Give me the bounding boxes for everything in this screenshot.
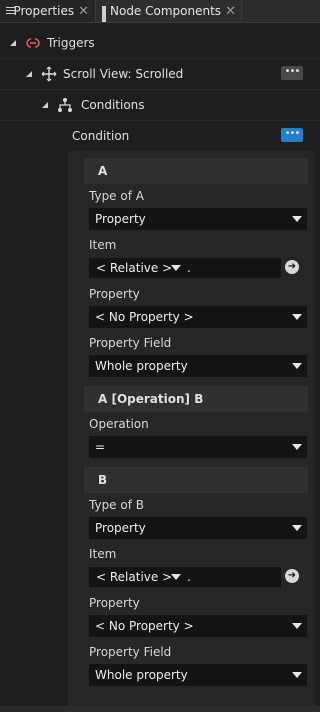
relative-dropdown[interactable]: < Relative > [89,567,185,587]
bottom-bar [0,706,320,712]
chevron-down-icon [292,672,302,678]
section-operation-header: A [Operation] B [84,386,308,412]
condition-label: Condition [72,129,130,143]
tree-item-condition[interactable]: Condition [0,121,320,151]
triggers-label: Triggers [47,36,95,50]
close-icon[interactable]: ✕ [225,4,236,19]
property-b-label: Property [89,596,140,610]
property-a-label: Property [89,287,140,301]
move-icon [41,66,57,82]
item-a-label: Item [89,238,117,252]
tree-item-scroll-view[interactable]: Scroll View: Scrolled [0,59,320,90]
item-path-input[interactable]: . [185,258,281,278]
type-of-b-dropdown[interactable]: Property [89,517,307,539]
type-of-b-value: Property [95,521,146,535]
chevron-down-icon [292,216,302,222]
item-path-input[interactable]: . [185,567,281,587]
tree-item-conditions[interactable]: Conditions [0,90,320,121]
expand-arrow-icon[interactable] [42,102,48,108]
hierarchy-icon [58,98,72,112]
tab-node-components[interactable]: Node Components ✕ [96,0,242,22]
tab-bar: Properties ✕ Node Components ✕ [0,0,320,23]
relative-dropdown[interactable]: < Relative > [89,258,185,278]
property-field-a-label: Property Field [89,336,172,350]
type-of-a-value: Property [95,212,146,226]
operation-value: = [95,440,106,454]
chevron-down-icon [292,314,302,320]
chevron-down-icon [292,525,302,531]
list-icon [6,6,18,16]
item-path-value: . [187,570,191,584]
property-a-value: < No Property > [95,310,194,324]
chevron-down-icon [292,363,302,369]
property-field-a-dropdown[interactable]: Whole property [89,355,307,377]
property-field-b-dropdown[interactable]: Whole property [89,664,307,686]
expand-arrow-icon[interactable] [10,40,16,46]
tab-properties[interactable]: Properties ✕ [0,0,96,22]
property-b-dropdown[interactable]: < No Property > [89,615,307,637]
type-of-a-dropdown[interactable]: Property [89,208,307,230]
section-b-header: B [84,467,308,493]
conditions-label: Conditions [81,98,145,112]
expand-arrow-icon[interactable] [26,71,32,77]
property-field-b-value: Whole property [95,668,188,682]
item-path-value: . [187,261,191,275]
section-a-header: A [84,158,308,184]
more-options-button[interactable]: ••• [281,66,303,80]
operation-dropdown[interactable]: = [89,436,307,458]
property-a-dropdown[interactable]: < No Property > [89,306,307,328]
chevron-down-icon [292,444,302,450]
relative-value: < Relative > [96,261,173,275]
relative-value: < Relative > [96,570,173,584]
trigger-icon [26,38,40,48]
item-b-row: < Relative > . ➜ [89,567,307,587]
tree-item-triggers[interactable]: Triggers [0,28,320,59]
close-icon[interactable]: ✕ [78,4,89,19]
tab-node-components-label: Node Components [110,4,222,18]
chevron-down-icon [171,574,181,580]
grid-icon [102,6,106,22]
goto-item-icon[interactable]: ➜ [285,260,299,274]
chevron-down-icon [292,623,302,629]
type-of-a-label: Type of A [89,189,144,203]
type-of-b-label: Type of B [89,498,144,512]
goto-item-icon[interactable]: ➜ [285,569,299,583]
item-b-label: Item [89,547,117,561]
property-b-value: < No Property > [95,619,194,633]
chevron-down-icon [171,265,181,271]
scroll-view-label: Scroll View: Scrolled [63,67,184,81]
item-a-row: < Relative > . ➜ [89,258,307,278]
property-field-b-label: Property Field [89,645,172,659]
condition-options-button[interactable]: ••• [281,128,303,142]
property-field-a-value: Whole property [95,359,188,373]
tab-properties-label: Properties [13,4,75,18]
operation-label: Operation [89,417,149,431]
